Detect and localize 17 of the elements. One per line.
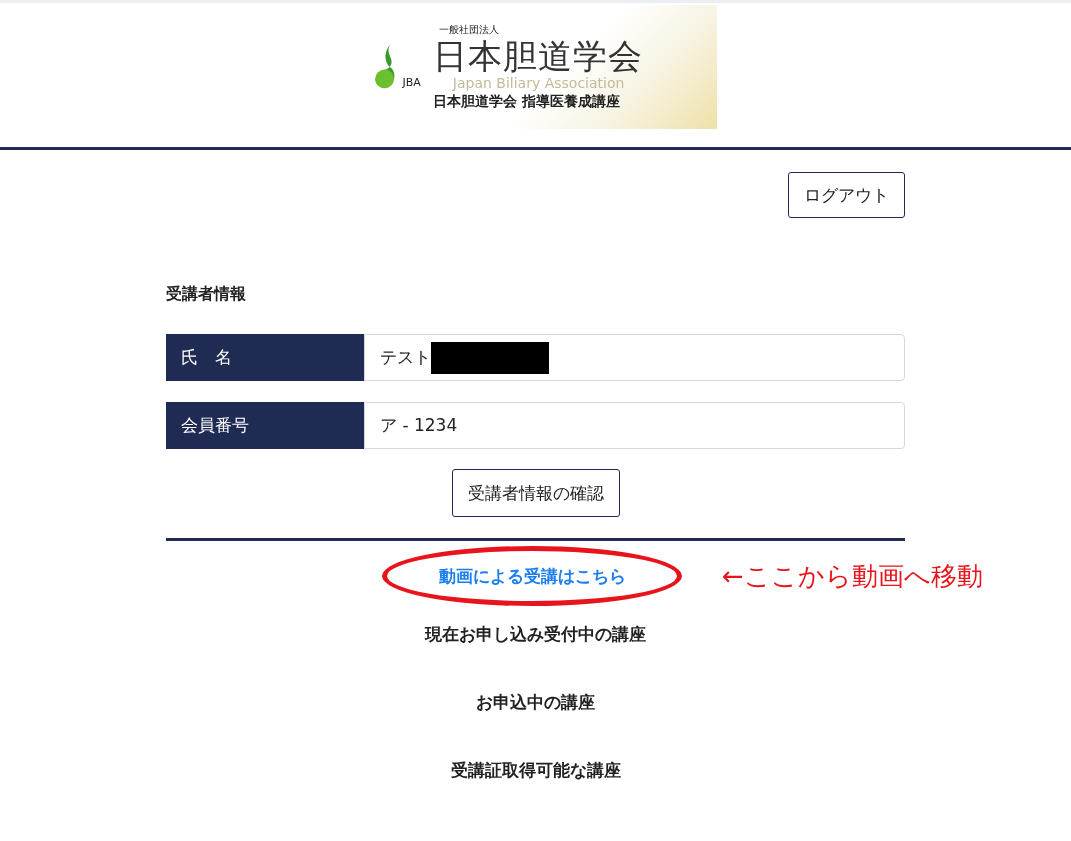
value-text: テスト [380, 346, 431, 369]
section-title: 受講者情報 [166, 284, 247, 305]
value-text: ア - 1234 [380, 414, 458, 437]
video-link[interactable]: 動画による受講はこちら [438, 564, 626, 588]
logout-button[interactable]: ログアウト [788, 172, 905, 218]
logo-name: 日本胆道学会 [432, 37, 643, 75]
course-heading: お申込中の講座 [475, 691, 596, 714]
field-label: 会員番号 [166, 402, 364, 449]
course-heading: 現在お申し込み受付中の講座 [423, 623, 647, 646]
logo-name-en: Japan Biliary Association [452, 75, 626, 91]
annotation-text: ←ここから動画へ移動 [722, 560, 983, 593]
confirm-button[interactable]: 受講者情報の確認 [451, 469, 620, 517]
field-label: 氏 名 [166, 334, 364, 381]
course-heading: 受講証取得可能な講座 [449, 759, 622, 782]
logo-abbr: JBA [402, 75, 421, 89]
course-name: 日本胆道学会 指導医養成講座 [432, 93, 621, 111]
logo-org-type: 一般社団法人 [438, 23, 500, 37]
